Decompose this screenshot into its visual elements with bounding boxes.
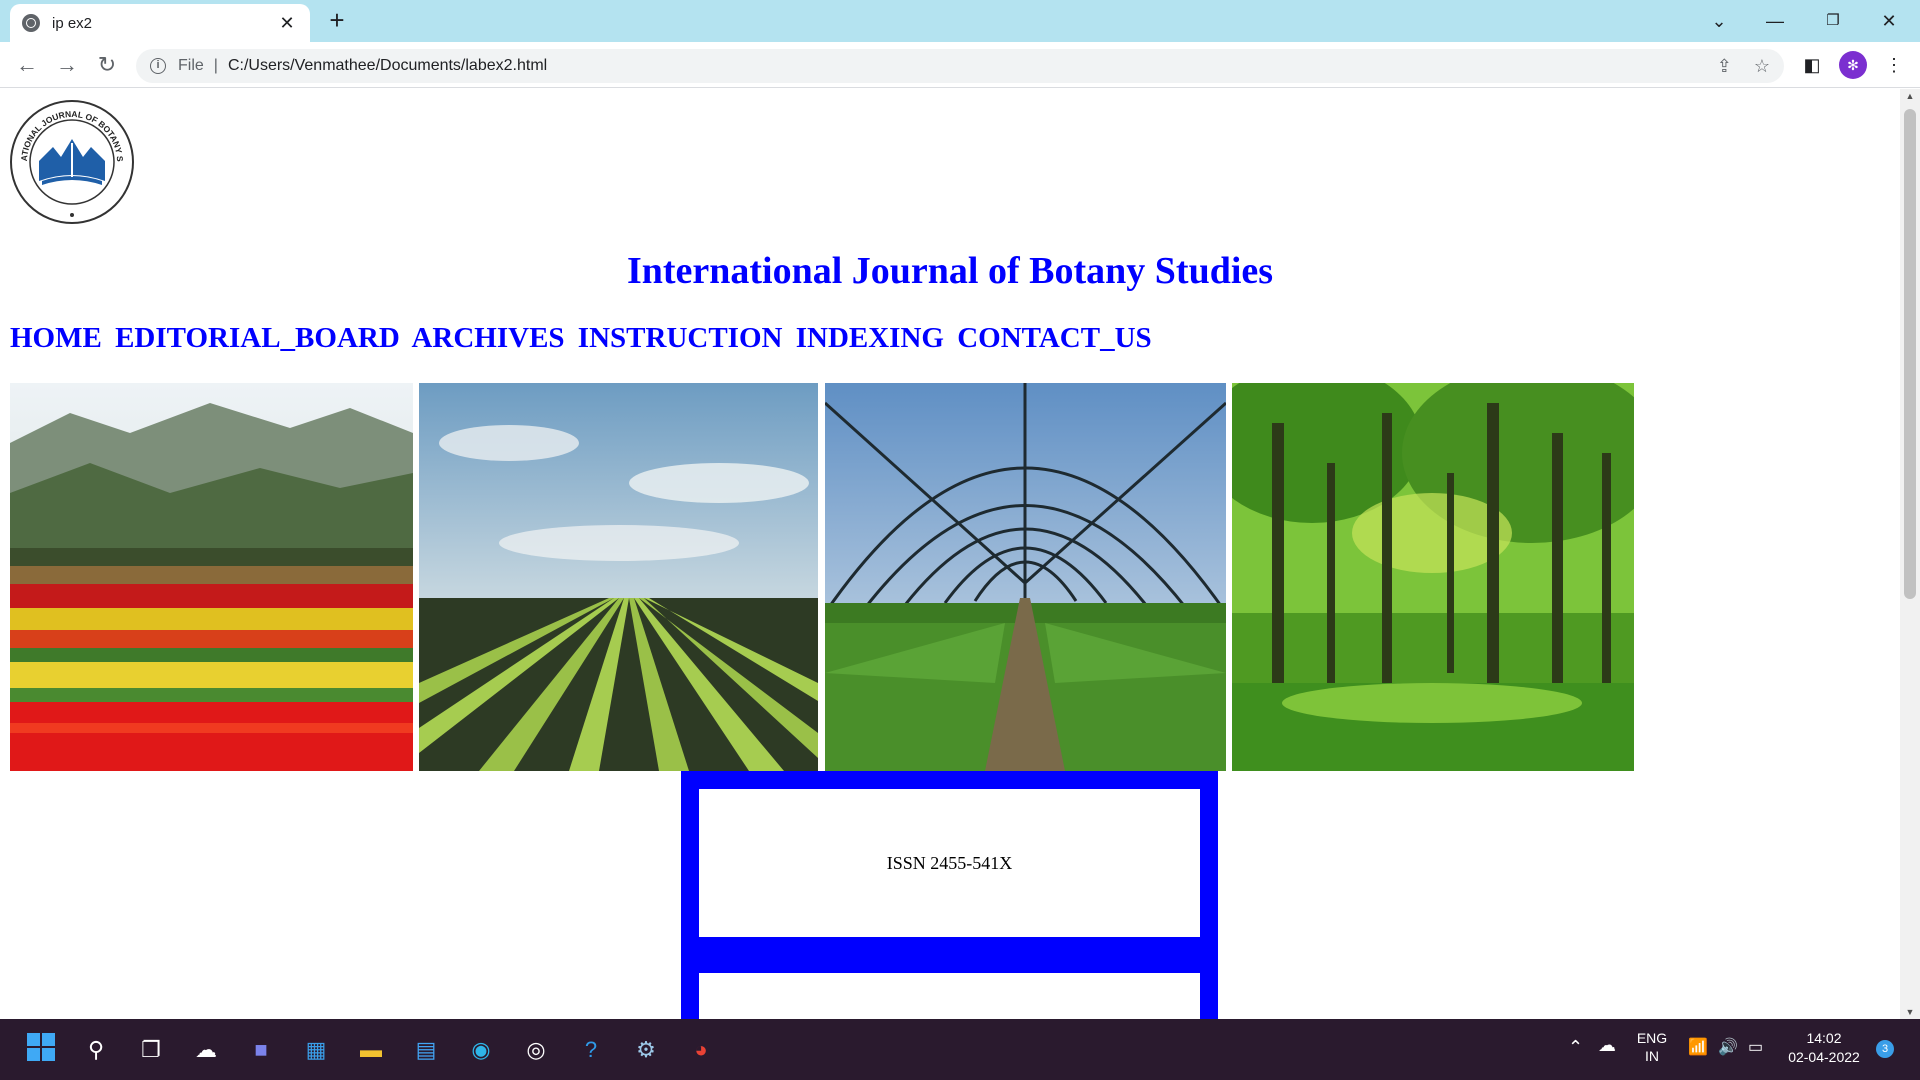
back-arrow-icon[interactable]: ←: [12, 50, 42, 80]
browser-toolbar: ← → ↻ i File | C:/Users/Venmathee/Docume…: [0, 42, 1920, 88]
clock[interactable]: 14:02 02-04-2022: [1780, 1029, 1868, 1067]
nav-indexing[interactable]: INDEXING: [796, 322, 944, 354]
issn-cell: ISSN 2455-541X: [699, 789, 1200, 937]
clock-date: 02-04-2022: [1788, 1049, 1860, 1065]
minimize-button[interactable]: —: [1752, 6, 1798, 36]
windows-start-icon[interactable]: [23, 1032, 59, 1068]
tab-title: ip ex2: [52, 14, 93, 32]
scrollbar-thumb[interactable]: [1904, 109, 1916, 599]
help-icon[interactable]: ?: [573, 1032, 609, 1068]
github-icon[interactable]: ◎: [518, 1032, 554, 1068]
battery-icon[interactable]: ▭: [1748, 1037, 1763, 1057]
issn-text: ISSN 2455-541X: [886, 852, 1013, 873]
page-heading: International Journal of Botany Studies: [626, 250, 1274, 292]
main-nav: HOME EDITORIAL_BOARD ARCHIVES INSTRUCTIO…: [10, 322, 1158, 355]
notification-badge[interactable]: 3: [1876, 1040, 1894, 1058]
search-icon[interactable]: ⚲: [78, 1032, 114, 1068]
scheme-separator: |: [213, 57, 218, 74]
volume-icon[interactable]: 🔊: [1718, 1037, 1738, 1057]
nav-instruction[interactable]: INSTRUCTION: [578, 322, 783, 354]
issn-table: ISSN 2455-541X: [681, 771, 1218, 1019]
nav-home[interactable]: HOME: [10, 322, 102, 354]
show-hidden-icons-chevron-icon[interactable]: ⌃: [1568, 1037, 1583, 1058]
new-tab-button[interactable]: +: [322, 6, 352, 36]
journal-logo: INTERNATIONAL JOURNAL OF BOTANY STUDIES: [9, 99, 134, 224]
nav-archives[interactable]: ARCHIVES: [411, 322, 564, 354]
teams-chat-icon[interactable]: ■: [243, 1032, 279, 1068]
restore-button[interactable]: ❐: [1810, 6, 1856, 36]
greenhouse-image: [825, 383, 1226, 771]
profile-avatar[interactable]: ✻: [1839, 51, 1867, 79]
notepad-icon[interactable]: ▤: [408, 1032, 444, 1068]
file-explorer-icon[interactable]: ▬: [353, 1032, 389, 1068]
tab-search-icon[interactable]: ⌄: [1696, 6, 1742, 36]
tulip-field-image: [10, 383, 413, 771]
scheme-label: File: [178, 57, 204, 74]
edge-browser-icon[interactable]: ◉: [463, 1032, 499, 1068]
browser-tab[interactable]: ip ex2 ✕: [10, 4, 310, 42]
table-cell: [699, 973, 1200, 1019]
onedrive-tray-icon[interactable]: ☁: [1598, 1035, 1616, 1056]
forest-image: [1232, 383, 1634, 771]
url-text[interactable]: C:/Users/Venmathee/Documents/labex2.html: [228, 57, 1695, 75]
nav-contact-us[interactable]: CONTACT_US: [957, 322, 1151, 354]
wifi-icon[interactable]: 📶: [1688, 1037, 1708, 1057]
side-panel-icon[interactable]: ◧: [1797, 50, 1827, 80]
microsoft-store-icon[interactable]: ▦: [298, 1032, 334, 1068]
close-window-button[interactable]: ✕: [1866, 6, 1912, 36]
task-view-icon[interactable]: ❐: [133, 1032, 169, 1068]
taskbar: ⚲ ❐ ☁ ■ ▦ ▬ ▤ ◉ ◎ ? ⚙ ◕ ⌃ ☁ ENG IN 📶 🔊 ▭…: [0, 1019, 1920, 1080]
crop-rows-image: [419, 383, 818, 771]
region-code: IN: [1645, 1048, 1659, 1064]
reload-icon[interactable]: ↻: [92, 50, 122, 80]
chrome-browser-icon[interactable]: ◕: [683, 1032, 719, 1068]
page-viewport: INTERNATIONAL JOURNAL OF BOTANY STUDIES …: [0, 89, 1900, 1019]
settings-gear-icon[interactable]: ⚙: [628, 1032, 664, 1068]
forward-arrow-icon[interactable]: →: [52, 50, 82, 80]
tab-strip: ip ex2 ✕ + ⌄ — ❐ ✕: [0, 0, 1920, 42]
share-icon[interactable]: ⇪: [1717, 56, 1732, 77]
tab-close-button[interactable]: ✕: [276, 12, 298, 34]
menu-kebab-icon[interactable]: ⋮: [1879, 50, 1909, 80]
vertical-scrollbar[interactable]: ▲ ▼: [1900, 89, 1920, 1019]
nav-editorial-board[interactable]: EDITORIAL_BOARD: [115, 322, 400, 354]
info-icon[interactable]: i: [150, 58, 166, 74]
scroll-down-arrow-icon[interactable]: ▼: [1904, 1007, 1916, 1017]
clock-time: 14:02: [1806, 1030, 1842, 1046]
onedrive-cloud-icon[interactable]: ☁: [188, 1032, 224, 1068]
language-indicator[interactable]: ENG IN: [1632, 1029, 1672, 1065]
bookmark-star-icon[interactable]: ☆: [1754, 56, 1770, 77]
language-code: ENG: [1636, 1030, 1668, 1046]
address-bar[interactable]: i File | C:/Users/Venmathee/Documents/la…: [136, 49, 1784, 83]
globe-icon: [22, 14, 40, 32]
scroll-up-arrow-icon[interactable]: ▲: [1904, 91, 1916, 101]
